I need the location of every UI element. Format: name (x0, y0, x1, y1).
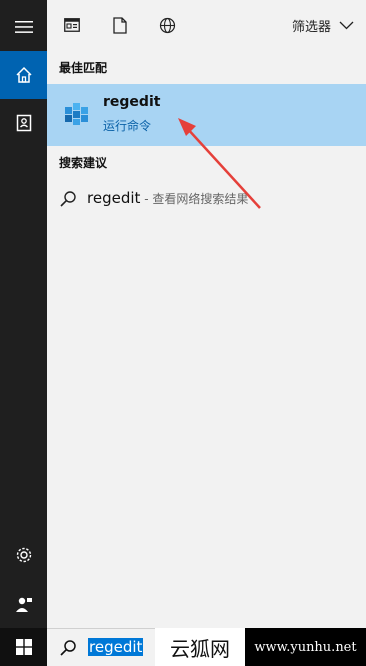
home-icon (15, 66, 32, 83)
sidebar-item-home[interactable] (0, 51, 47, 99)
taskbar: regedit 云狐网 www.yunhu.net (0, 628, 366, 666)
suggestion-item[interactable]: regedit - 查看网络搜索结果 (47, 183, 366, 215)
notebook-icon (16, 114, 31, 132)
regedit-icon (65, 103, 88, 125)
gear-icon (16, 547, 31, 563)
best-match-type: 运行命令 (103, 119, 152, 133)
menu-button[interactable] (0, 3, 47, 51)
search-input-value[interactable]: regedit (88, 638, 144, 656)
windows-logo-icon (15, 639, 32, 655)
suggestions-heading: 搜索建议 (59, 156, 108, 170)
web-filter-button[interactable] (158, 16, 176, 34)
search-icon (60, 640, 76, 656)
filter-label: 筛选器 (291, 20, 331, 35)
chevron-down-icon (339, 21, 354, 30)
sidebar-item-settings[interactable] (0, 531, 47, 579)
best-match-name: regedit (103, 94, 161, 110)
watermark-right: www.yunhu.net (245, 628, 366, 666)
suggestion-text: regedit (87, 189, 141, 207)
filter-dropdown[interactable]: 筛选器 (292, 16, 354, 35)
sidebar-item-feedback[interactable] (0, 580, 47, 628)
best-match-item[interactable]: regedit 运行命令 (47, 84, 366, 146)
apps-icon (64, 18, 80, 32)
toolbar: 筛选器 (47, 0, 366, 50)
document-icon (113, 16, 127, 34)
menu-icon (14, 21, 33, 33)
left-rail (0, 0, 47, 628)
best-match-heading: 最佳匹配 (59, 61, 108, 75)
feedback-icon (15, 597, 32, 612)
start-button[interactable] (0, 628, 47, 666)
apps-filter-button[interactable] (63, 16, 81, 34)
web-icon (159, 17, 175, 33)
taskbar-search-box[interactable]: regedit (47, 628, 155, 666)
suggestion-subtext: - 查看网络搜索结果 (140, 192, 249, 206)
search-icon (60, 191, 76, 207)
watermark-left: 云狐网 (155, 628, 245, 666)
documents-filter-button[interactable] (111, 16, 129, 34)
sidebar-item-notebook[interactable] (0, 99, 47, 147)
search-results-panel: 筛选器 最佳匹配 regedit 运行命令 搜索建议 regedit - 查看网… (47, 0, 366, 628)
